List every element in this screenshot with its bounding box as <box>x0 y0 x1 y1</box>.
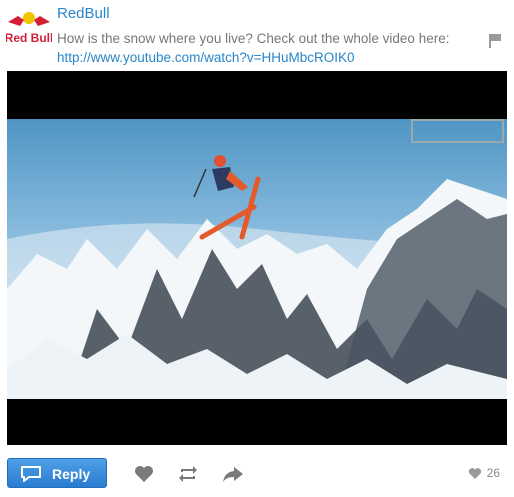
post-header: Red Bull RedBull How is the snow where y… <box>0 0 514 70</box>
post-author[interactable]: RedBull <box>57 5 110 22</box>
speech-bubble-icon <box>21 466 41 482</box>
like-count: 26 <box>486 466 500 480</box>
reply-button[interactable]: Reply <box>7 458 107 488</box>
video-frame <box>7 119 507 399</box>
post-link[interactable]: http://www.youtube.com/watch?v=HHuMbcROI… <box>57 48 477 67</box>
logo-brand-text: Red Bull <box>6 31 52 45</box>
post-text: How is the snow where you live? Check ou… <box>57 31 450 46</box>
heart-icon[interactable] <box>133 464 155 484</box>
flag-icon[interactable] <box>489 34 501 48</box>
retweet-icon[interactable] <box>177 464 199 484</box>
action-bar: Reply 26 <box>0 452 514 497</box>
share-arrow-icon[interactable] <box>222 464 244 484</box>
video-overlay-box <box>411 119 504 143</box>
like-heart-icon <box>468 468 482 479</box>
reply-label: Reply <box>52 466 91 482</box>
video-player[interactable] <box>7 71 507 445</box>
redbull-logo[interactable]: Red Bull <box>6 8 52 46</box>
post-message: How is the snow where you live? Check ou… <box>57 29 477 67</box>
